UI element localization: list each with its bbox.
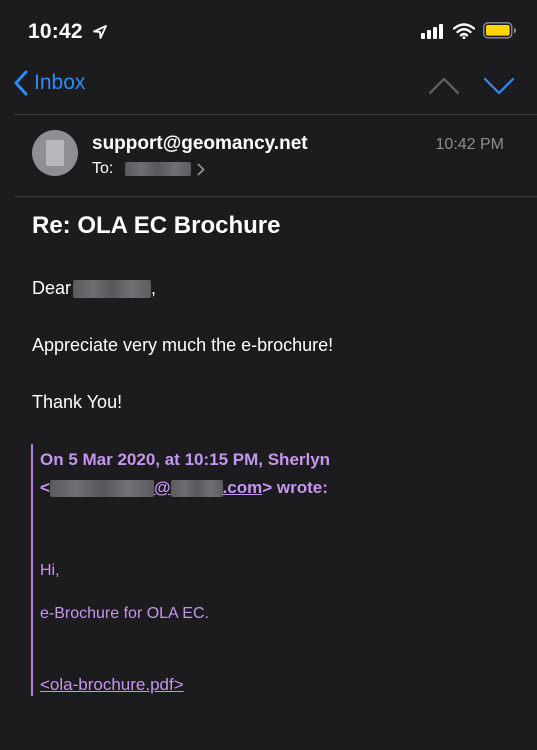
subject: Re: OLA EC Brochure — [32, 212, 281, 239]
battery-icon — [483, 22, 516, 39]
chevron-left-icon — [14, 70, 28, 96]
quote-email-domain[interactable]: .com — [223, 478, 263, 498]
next-message-chevron-down-icon[interactable] — [483, 76, 515, 96]
greeting-line: Dear , — [32, 278, 156, 299]
sender-address[interactable]: support@geomancy.net — [92, 133, 308, 155]
quote-bar — [31, 444, 33, 696]
status-bar: 10:42 — [0, 0, 537, 64]
back-label: Inbox — [34, 71, 86, 94]
previous-message-chevron-up-icon[interactable] — [428, 76, 460, 96]
body-line-1: Appreciate very much the e-brochure! — [32, 335, 334, 355]
quote-wrote: > wrote: — [262, 478, 328, 497]
quote-header-line-2: < @ .com > wrote: — [40, 478, 328, 498]
greeting-name-redacted — [73, 279, 152, 298]
cellular-signal-icon — [421, 23, 443, 39]
attachment-link[interactable]: <ola-brochure.pdf> — [40, 675, 184, 695]
quote-hi: Hi, — [40, 562, 60, 579]
quote-email-domain-redacted — [170, 479, 223, 497]
location-arrow-icon — [93, 25, 107, 39]
header-divider — [14, 196, 537, 197]
recipient-row[interactable]: To: — [92, 160, 206, 178]
sender-avatar[interactable] — [32, 130, 78, 176]
to-label: To: — [92, 160, 114, 177]
status-time: 10:42 — [28, 20, 83, 43]
quote-email-user-redacted — [49, 479, 154, 497]
quote-lt: < — [40, 478, 50, 497]
quote-header-line-1: On 5 Mar 2020, at 10:15 PM, Sherlyn — [40, 450, 331, 469]
nav-bar: Inbox — [0, 64, 537, 114]
message-time: 10:42 PM — [435, 136, 504, 153]
body-line-2: Thank You! — [32, 392, 123, 412]
wifi-icon — [453, 22, 475, 39]
quote-line: e-Brochure for OLA EC. — [40, 605, 209, 622]
recipient-redacted — [125, 162, 192, 176]
quote-at: @ — [153, 478, 171, 497]
back-to-inbox-button[interactable]: Inbox — [14, 70, 85, 96]
status-icons — [421, 22, 517, 39]
nav-divider — [14, 114, 537, 115]
greeting-prefix: Dear — [32, 278, 72, 298]
chevron-right-icon — [197, 163, 206, 175]
greeting-suffix: , — [151, 278, 157, 298]
